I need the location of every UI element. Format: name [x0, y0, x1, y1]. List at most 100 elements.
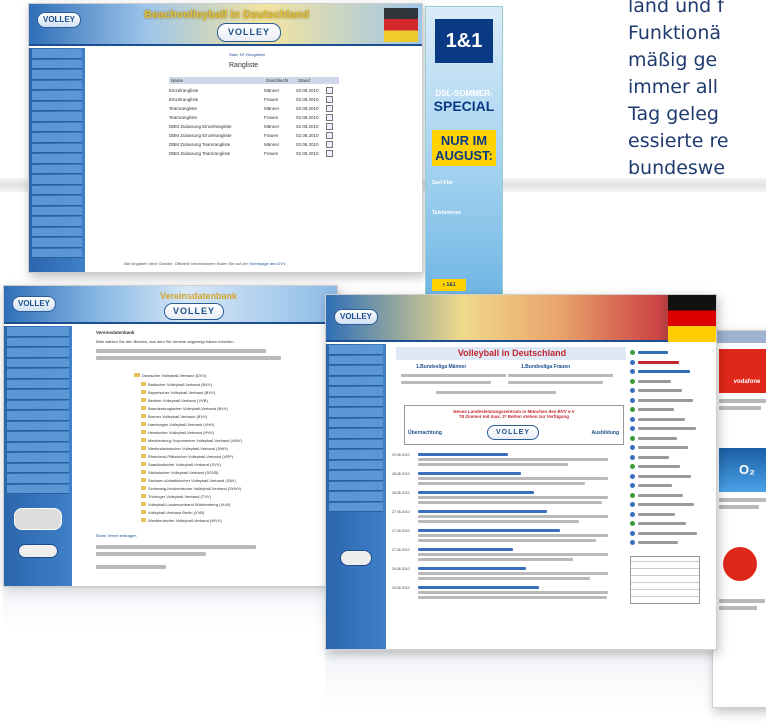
panel-link[interactable] — [630, 519, 714, 529]
panel-link[interactable] — [630, 500, 714, 510]
o2-logo[interactable]: O₂ — [719, 448, 766, 492]
panel-link[interactable] — [630, 396, 714, 406]
nav-item[interactable] — [329, 418, 383, 428]
add-club-link[interactable]: Einen Verein eintragen — [96, 533, 136, 538]
tree-item[interactable]: Bayerischer Volleyball-Verband (BVV) — [141, 389, 242, 397]
nav-item[interactable] — [329, 387, 383, 397]
panel-link[interactable] — [630, 443, 714, 453]
row-name[interactable]: Einzelrangliste — [169, 95, 264, 104]
sidebar-partner-logo[interactable] — [18, 544, 58, 558]
news-item[interactable]: 27.08.2010 — [392, 548, 622, 561]
nav-item[interactable] — [7, 463, 69, 473]
nav-item[interactable] — [32, 164, 82, 174]
row-name[interactable]: Teamrangliste — [169, 104, 264, 113]
row-name[interactable]: DBM Zulassung Einzelrangliste — [169, 122, 264, 131]
nav-item[interactable] — [32, 70, 82, 80]
nav-item[interactable] — [32, 122, 82, 132]
tree-item[interactable]: Bremer Volleyball-Verband (BVV) — [141, 413, 242, 421]
site-logo[interactable]: VOLLEY — [37, 12, 81, 28]
row-name[interactable]: DBM Zulassung Teamrangliste — [169, 149, 264, 158]
nav-item[interactable] — [32, 101, 82, 111]
document-icon[interactable] — [326, 141, 333, 148]
nav-item[interactable] — [329, 492, 383, 502]
panel-link[interactable] — [630, 481, 714, 491]
nav-item[interactable] — [329, 345, 383, 355]
nav-item[interactable] — [32, 133, 82, 143]
nav-item[interactable] — [7, 442, 69, 452]
nav-item[interactable] — [32, 154, 82, 164]
nav-item[interactable] — [7, 369, 69, 379]
nav-item[interactable] — [7, 337, 69, 347]
nav-item[interactable] — [7, 421, 69, 431]
volley-logo[interactable]: VOLLEY — [164, 303, 224, 320]
nav-item[interactable] — [7, 411, 69, 421]
ad-cta-button[interactable]: » 1&1 — [432, 279, 466, 291]
panel-link[interactable] — [630, 348, 714, 358]
panel-link[interactable] — [630, 358, 714, 368]
news-item[interactable]: 27.08.2010 — [392, 529, 622, 542]
tree-item[interactable]: Volleyball-Landesverband Württemberg (VL… — [141, 501, 242, 509]
nav-item[interactable] — [329, 471, 383, 481]
vodafone-logo[interactable]: vodafone — [719, 349, 766, 393]
tree-item[interactable]: Volleyball-Verband Berlin (VVB) — [141, 509, 242, 517]
nav-item[interactable] — [329, 439, 383, 449]
panel-link[interactable] — [630, 377, 714, 387]
nav-item[interactable] — [329, 376, 383, 386]
partner-logo-round[interactable] — [723, 547, 757, 581]
tree-item[interactable]: Hessischer Volleyball-Verband (HVV) — [141, 429, 242, 437]
nav-item[interactable] — [32, 49, 82, 59]
document-icon[interactable] — [326, 114, 333, 121]
tree-item[interactable]: Thüringer Volleyball-Verband (TVV) — [141, 493, 242, 501]
document-icon[interactable] — [326, 132, 333, 139]
nav-item[interactable] — [32, 80, 82, 90]
document-icon[interactable] — [326, 123, 333, 130]
nav-item[interactable] — [329, 408, 383, 418]
nav-item[interactable] — [329, 450, 383, 460]
tree-item[interactable]: Schleswig-Holsteinischer Volleyball-Verb… — [141, 485, 242, 493]
nav-item[interactable] — [7, 474, 69, 484]
nav-item[interactable] — [329, 429, 383, 439]
nav-item[interactable] — [7, 390, 69, 400]
sidebar-partner-logo[interactable] — [340, 550, 372, 566]
panel-link[interactable] — [630, 529, 714, 539]
tree-item[interactable]: Westdeutscher Volleyball-Verband (WVV) — [141, 517, 242, 525]
nav-item[interactable] — [32, 238, 82, 248]
nav-item[interactable] — [32, 143, 82, 153]
nav-item[interactable] — [329, 481, 383, 491]
tree-item[interactable]: Mecklenburg-Vorpommern Volleyball-Verban… — [141, 437, 242, 445]
footer-link[interactable]: Homepage des DVV — [249, 261, 285, 266]
tree-item[interactable]: Saarländischer Volleyball-Verband (SVV) — [141, 461, 242, 469]
nav-item[interactable] — [7, 327, 69, 337]
calendar-widget[interactable] — [630, 555, 700, 604]
panel-link[interactable] — [630, 386, 714, 396]
nav-item[interactable] — [32, 185, 82, 195]
tree-item[interactable]: Rheinland-Pfälzischer Volleyball-Verband… — [141, 453, 242, 461]
panel-link[interactable] — [630, 453, 714, 463]
site-logo[interactable]: VOLLEY — [12, 296, 56, 312]
tree-item[interactable]: Berliner Volleyball-Verband (VVB) — [141, 397, 242, 405]
news-item[interactable]: 27.08.2010 — [392, 510, 622, 523]
nav-item[interactable] — [329, 366, 383, 376]
news-item[interactable]: 28.08.2010 — [392, 491, 622, 504]
tree-item[interactable]: Brandenburgischer Volleyball-Verband (BV… — [141, 405, 242, 413]
panel-link[interactable] — [630, 510, 714, 520]
nav-item[interactable] — [7, 348, 69, 358]
tree-item[interactable]: Sächsischer Volleyball-Verband (SSVB) — [141, 469, 242, 477]
nav-item[interactable] — [329, 355, 383, 365]
nav-item[interactable] — [32, 227, 82, 237]
nav-item[interactable] — [7, 484, 69, 494]
row-name[interactable]: DBM Zulassung Teamrangliste — [169, 140, 264, 149]
nav-item[interactable] — [32, 248, 82, 258]
nav-item[interactable] — [7, 453, 69, 463]
news-item[interactable]: 26.08.2010 — [392, 586, 622, 599]
nav-item[interactable] — [32, 206, 82, 216]
promo-box[interactable]: Neues Landesleistungszentrum in München … — [404, 405, 624, 445]
tree-item[interactable]: Niedersächsischer Volleyball-Verband (NW… — [141, 445, 242, 453]
panel-link[interactable] — [630, 367, 714, 377]
tree-root[interactable]: Deutscher Volleyball-Verband (DVV) — [134, 373, 206, 378]
nav-item[interactable] — [329, 460, 383, 470]
nav-item[interactable] — [32, 112, 82, 122]
news-item[interactable]: 26.08.2010 — [392, 567, 622, 580]
nav-item[interactable] — [32, 91, 82, 101]
panel-link[interactable] — [630, 472, 714, 482]
